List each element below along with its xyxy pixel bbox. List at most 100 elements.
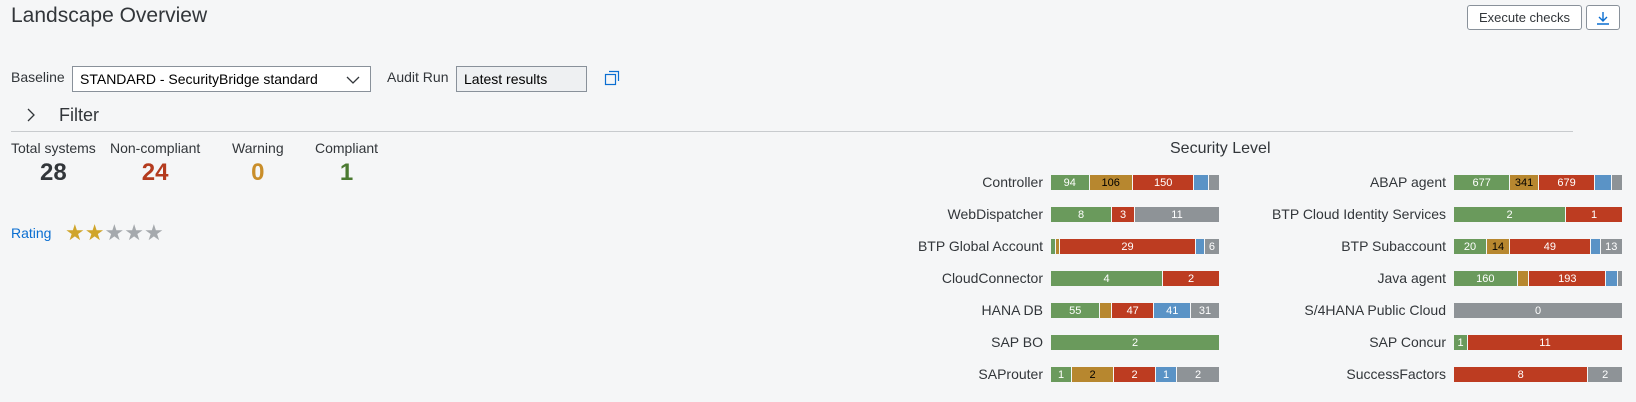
bar-segment-grey[interactable]: 31 [1191,303,1219,318]
bar-segment-blue[interactable]: 1 [1156,367,1177,382]
security-row-label: CloudConnector [941,270,1043,286]
bar-segment-gold[interactable] [1100,303,1113,318]
security-bar[interactable]: 0 [1454,303,1622,318]
bar-segment-red[interactable]: 3 [1112,207,1135,222]
bar-segment-red[interactable]: 1 [1566,207,1622,222]
bar-segment-blue[interactable] [1590,239,1601,254]
rating-stars: ★ ★ ★ ★ ★ [65,222,164,244]
bar-segment-green[interactable]: 4 [1051,271,1163,286]
bar-segment-grey[interactable]: 13 [1600,239,1622,254]
security-bar[interactable]: 2 [1051,335,1219,350]
kpi-label: Total systems [11,140,96,156]
bar-segment-gold[interactable]: 341 [1510,175,1539,190]
security-bar[interactable]: 160 193 [1454,271,1622,286]
bar-segment-grey[interactable]: 2 [1177,367,1219,382]
kpi-compliant: Compliant 1 [315,140,378,187]
bar-segment-blue[interactable] [1606,271,1618,286]
baseline-value: STANDARD - SecurityBridge standard [80,71,318,87]
bar-segment-gold[interactable]: 2 [1072,367,1114,382]
bar-segment-blue[interactable] [1195,239,1205,254]
bar-segment-green[interactable]: 94 [1051,175,1090,190]
bar-segment-gold[interactable] [1517,271,1530,286]
security-level-title: Security Level [1170,140,1271,157]
bar-segment-green[interactable]: 8 [1051,207,1113,222]
security-row-label: BTP Cloud Identity Services [1271,206,1446,222]
bar-segment-green[interactable]: 677 [1454,175,1511,190]
filter-label[interactable]: Filter [59,105,99,126]
bar-segment-red[interactable]: 2 [1114,367,1156,382]
bar-segment-gold[interactable]: 14 [1486,239,1510,254]
kpi-non-compliant: Non-compliant 24 [110,140,200,187]
bar-segment-green[interactable]: 55 [1051,303,1101,318]
chevron-right-icon[interactable] [26,108,36,122]
bar-segment-red[interactable]: 679 [1538,175,1596,190]
download-button[interactable] [1586,5,1620,30]
security-row-label: HANA DB [981,302,1043,318]
divider [11,131,1573,132]
bar-segment-grey[interactable]: 6 [1204,239,1219,254]
audit-run-field[interactable]: Latest results [456,66,587,92]
bar-segment-grey[interactable] [1209,175,1219,190]
security-bar[interactable]: 677 341 679 [1454,175,1622,190]
execute-checks-button[interactable]: Execute checks [1467,5,1582,30]
star-icon: ★ [65,220,85,245]
bar-segment-blue[interactable]: 41 [1154,303,1192,318]
bar-segment-red[interactable]: 47 [1112,303,1155,318]
bar-segment-grey[interactable]: 2 [1588,367,1622,382]
security-row-label: SuccessFactors [1346,366,1446,382]
bar-segment-red[interactable]: 8 [1454,367,1589,382]
security-row-label: Java agent [1377,270,1447,286]
bar-segment-green[interactable]: 160 [1454,271,1518,286]
bar-segment-green[interactable]: 20 [1454,239,1487,254]
chevron-down-icon [346,76,360,84]
bar-segment-green[interactable]: 2 [1051,335,1219,350]
bar-segment-blue[interactable] [1595,175,1612,190]
security-bar[interactable]: 20 14 49 13 [1454,239,1622,254]
bar-segment-grey[interactable] [1617,271,1622,286]
baseline-select[interactable]: STANDARD - SecurityBridge standard [72,66,371,92]
security-row-label: SAP BO [991,334,1043,350]
bar-segment-red[interactable]: 49 [1509,239,1591,254]
security-bar[interactable]: 8 3 11 [1051,207,1219,222]
security-bar[interactable]: 29 6 [1051,239,1219,254]
security-bar[interactable]: 1 11 [1454,335,1622,350]
security-bar[interactable]: 42 [1051,271,1219,286]
security-bar[interactable]: 55 47 41 31 [1051,303,1219,318]
security-bar[interactable]: 82 [1454,367,1622,382]
bar-segment-green[interactable]: 1 [1454,335,1468,350]
bar-segment-blue[interactable] [1194,175,1210,190]
open-external-icon[interactable] [604,70,620,86]
kpi-value: 24 [141,159,169,186]
bar-segment-green[interactable]: 1 [1051,367,1072,382]
baseline-label: Baseline [11,69,65,85]
security-row-label: BTP Global Account [917,238,1043,254]
security-row-label: WebDispatcher [947,206,1043,222]
rating-label[interactable]: Rating [11,225,51,241]
bar-segment-red[interactable]: 29 [1060,239,1196,254]
security-row-label: SAProuter [978,366,1043,382]
download-icon [1597,11,1609,25]
bar-segment-grey[interactable]: 11 [1134,207,1219,222]
bar-segment-gold[interactable]: 106 [1089,175,1133,190]
kpi-value: 28 [40,159,67,186]
security-row-label: BTP Subaccount [1341,238,1446,254]
security-row-label: S/4HANA Public Cloud [1304,302,1446,318]
kpi-label: Compliant [315,140,379,156]
bar-segment-red[interactable]: 193 [1529,271,1607,286]
kpi-total-systems: Total systems 28 [11,140,96,187]
kpi-value: 0 [251,159,265,186]
security-row-label: Controller [982,174,1043,190]
security-bar[interactable]: 94 106 150 [1051,175,1219,190]
security-bar[interactable]: 12212 [1051,367,1219,382]
bar-segment-red[interactable]: 11 [1468,335,1622,350]
bar-segment-grey[interactable]: 0 [1454,303,1622,318]
security-bar[interactable]: 21 [1454,207,1622,222]
bar-segment-red[interactable]: 150 [1132,175,1195,190]
star-icon: ★ [104,220,125,245]
page-title: Landscape Overview [11,4,208,27]
kpi-value: 1 [339,159,354,186]
kpi-warning: Warning 0 [232,140,284,187]
bar-segment-green[interactable]: 2 [1454,207,1566,222]
bar-segment-red[interactable]: 2 [1163,271,1219,286]
bar-segment-grey[interactable] [1611,175,1622,190]
